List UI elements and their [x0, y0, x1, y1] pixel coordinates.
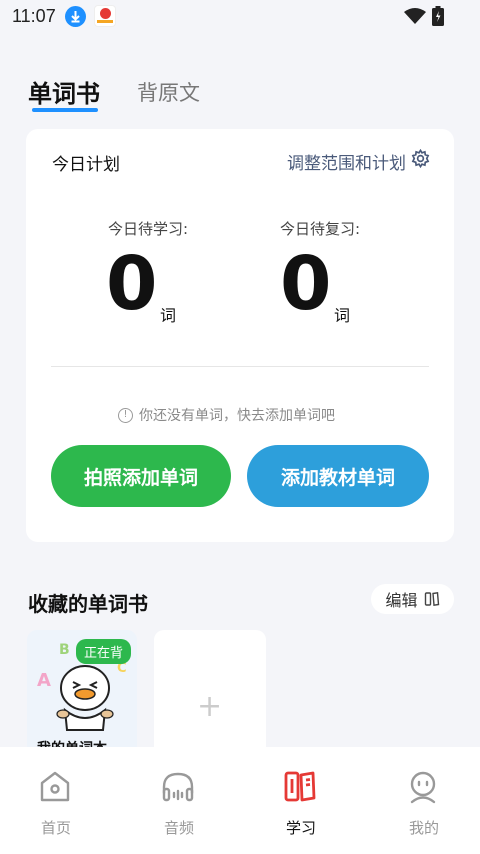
wordbook-card[interactable]: B A C 正在背 我的单词本: [27, 630, 137, 760]
status-badge: 正在背: [75, 639, 131, 664]
nav-study-label: 学习: [285, 819, 316, 837]
to-review-label: 今日待复习:: [280, 220, 361, 238]
tab-active-indicator: [32, 108, 98, 112]
gear-icon[interactable]: [411, 149, 430, 168]
info-icon: !: [118, 407, 133, 423]
svg-text:B: B: [59, 642, 70, 658]
status-time: 11:07: [12, 6, 56, 26]
photo-add-words-button[interactable]: 拍照添加单词: [51, 445, 231, 507]
edit-label: 编辑: [385, 591, 418, 610]
card-divider: [51, 366, 429, 367]
to-learn-label: 今日待学习:: [108, 220, 189, 238]
svg-text:A: A: [37, 670, 51, 691]
empty-tip-text: 你还没有单词，快去添加单词吧: [139, 408, 335, 424]
to-review-unit: 词: [334, 306, 351, 325]
favorites-title: 收藏的单词书: [28, 592, 148, 616]
profile-icon: [410, 771, 436, 804]
tab-recite-text[interactable]: 背原文: [137, 77, 200, 107]
tab-wordbook[interactable]: 单词书: [28, 74, 100, 109]
book-study-icon: [284, 771, 316, 802]
nav-profile[interactable]: 我的: [364, 747, 480, 854]
nav-home[interactable]: 首页: [0, 747, 116, 854]
nav-home-label: 首页: [40, 819, 71, 837]
wifi-icon: [404, 8, 426, 24]
plan-title: 今日计划: [52, 155, 120, 175]
nav-study[interactable]: 学习: [241, 747, 361, 854]
to-learn-unit: 词: [160, 306, 177, 325]
battery-icon: [432, 6, 444, 26]
app-notification-icon: [94, 5, 116, 27]
status-bar: 11:07: [0, 0, 480, 34]
to-learn-count: 0: [106, 241, 158, 327]
plus-icon: +: [197, 689, 223, 724]
add-wordbook-button[interactable]: +: [154, 630, 266, 760]
today-plan-card: 今日计划 调整范围和计划 今日待学习: 0 词 今日待复习: 0 词 ! 你还没…: [26, 129, 454, 542]
add-textbook-words-button[interactable]: 添加教材单词: [247, 445, 429, 507]
empty-tip: ! 你还没有单词，快去添加单词吧: [118, 405, 335, 425]
nav-profile-label: 我的: [408, 819, 439, 837]
bottom-nav: 首页 音频 学习 我的: [0, 747, 480, 854]
adjust-plan-link[interactable]: 调整范围和计划: [287, 149, 406, 174]
book-edit-icon: [424, 591, 439, 607]
home-icon: [40, 771, 70, 802]
nav-audio[interactable]: 音频: [119, 747, 239, 854]
to-review-count: 0: [280, 241, 332, 327]
edit-favorites-button[interactable]: 编辑: [371, 584, 454, 614]
download-notification-icon: [65, 6, 86, 27]
headphones-icon: [162, 772, 194, 802]
nav-audio-label: 音频: [163, 819, 194, 837]
